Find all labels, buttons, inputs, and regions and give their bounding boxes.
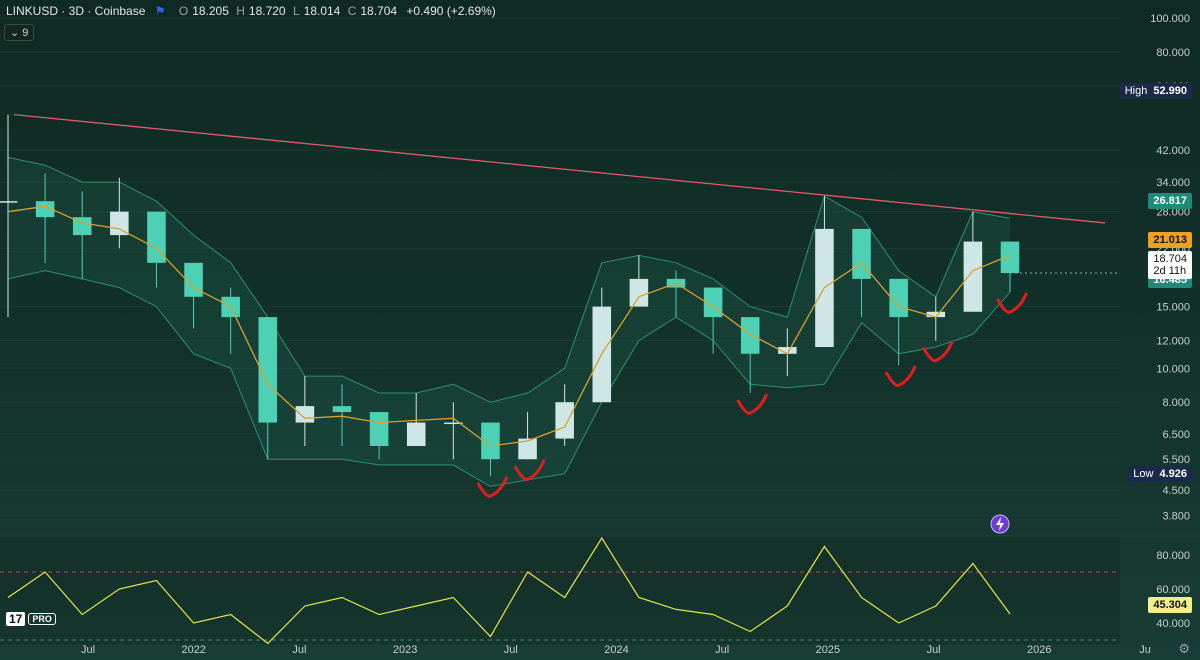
flag-icon[interactable]: ⚑ (155, 4, 166, 18)
price-tick-label: 80.000 (1156, 47, 1190, 59)
time-tick-label: Jul (715, 644, 729, 656)
candle-body (406, 422, 426, 447)
annotation-mark (885, 365, 917, 387)
price-tick-label: 34.000 (1156, 177, 1190, 189)
candle-body (740, 317, 760, 354)
price-tick-label: 42.000 (1156, 145, 1190, 157)
high-badge-label: High (1124, 85, 1148, 97)
price-tick-label: 15.000 (1156, 302, 1190, 314)
time-tick-label: Ju (1139, 644, 1151, 656)
time-tick-label: Jul (927, 644, 941, 656)
tv-pro: PRO (28, 613, 56, 625)
time-tick-label: 2023 (393, 644, 417, 656)
low-badge: Low 4.926 (1128, 466, 1192, 482)
time-tick-label: 2022 (181, 644, 205, 656)
time-tick-label: 2026 (1027, 644, 1051, 656)
indicator-toggle-button[interactable]: ⌄ 9 (4, 24, 35, 41)
annotation-mark (736, 393, 768, 415)
indicator-count: 9 (22, 27, 29, 39)
gear-icon[interactable]: ⚙ (1178, 641, 1190, 657)
ma-badge: 21.013 (1148, 232, 1192, 248)
upper-band-badge: 26.817 (1148, 193, 1192, 209)
low-badge-value: 4.926 (1159, 468, 1187, 480)
high-badge-value: 52.990 (1153, 85, 1187, 97)
high-badge: High 52.990 (1119, 83, 1192, 99)
rsi-pane (0, 535, 1200, 645)
chart-canvas: 100.00080.00064.00042.00034.00028.00022.… (0, 13, 1200, 656)
price-tick-label: 6.500 (1162, 429, 1190, 441)
time-tick-label: Jul (292, 644, 306, 656)
last-price-badge: 18.704 2d 11h (1148, 251, 1192, 279)
band-fill (8, 157, 1010, 487)
candle-body (369, 412, 389, 447)
time-tick-label: Jul (81, 644, 95, 656)
open-label: O (178, 4, 189, 18)
last-price-value: 18.704 (1153, 253, 1187, 265)
rsi-tick-label: 60.000 (1156, 584, 1190, 596)
candle-body (963, 241, 983, 312)
tv-mark: 17 (6, 612, 26, 626)
time-tick-label: 2024 (604, 644, 628, 656)
chart-header: LINKUSD · 3D · Coinbase ⚑ O 18.205 H 18.72… (6, 4, 496, 18)
candle-body (0, 201, 18, 203)
bollinger-bands (7, 156, 1011, 487)
rsi-tick-label: 80.000 (1156, 550, 1190, 562)
close-label: C (347, 4, 357, 18)
open-value: 18.205 (192, 4, 229, 18)
high-label: H (236, 4, 245, 18)
price-tick-label: 4.500 (1162, 485, 1190, 497)
price-tick-label: 12.000 (1156, 336, 1190, 348)
countdown-value: 2d 11h (1153, 265, 1187, 277)
low-label: L (292, 4, 300, 18)
trendline (13, 113, 1106, 224)
symbol-title[interactable]: LINKUSD · 3D · Coinbase (6, 4, 145, 18)
candle-body (332, 406, 352, 413)
candle-body (555, 402, 574, 439)
high-value: 18.720 (248, 4, 286, 18)
price-change: +0.490 (+2.69%) (406, 4, 496, 18)
price-tick-label: 10.000 (1156, 363, 1190, 375)
time-tick-label: Jul (504, 644, 518, 656)
candle-body (629, 278, 649, 307)
rsi-tick-label: 40.000 (1156, 618, 1190, 630)
chevron-down-icon: ⌄ (10, 27, 20, 39)
rsi-badge: 45.304 (1148, 597, 1192, 613)
close-value: 18.704 (360, 4, 398, 18)
price-tick-label: 5.500 (1162, 454, 1190, 466)
low-badge-label: Low (1133, 468, 1154, 480)
rsi-pane-bg (0, 536, 1120, 644)
tradingview-logo[interactable]: 17 PRO (6, 612, 56, 626)
time-tick-label: 2025 (816, 644, 840, 656)
price-tick-label: 3.800 (1162, 510, 1190, 522)
price-tick-label: 100.000 (1150, 13, 1190, 25)
candle-body (295, 406, 315, 423)
price-tick-label: 8.000 (1162, 397, 1190, 409)
ohlc-values: O 18.205 H 18.720 L 18.014 C 18.704 (175, 4, 401, 18)
low-value: 18.014 (303, 4, 341, 18)
alert-icon[interactable] (990, 514, 1010, 534)
